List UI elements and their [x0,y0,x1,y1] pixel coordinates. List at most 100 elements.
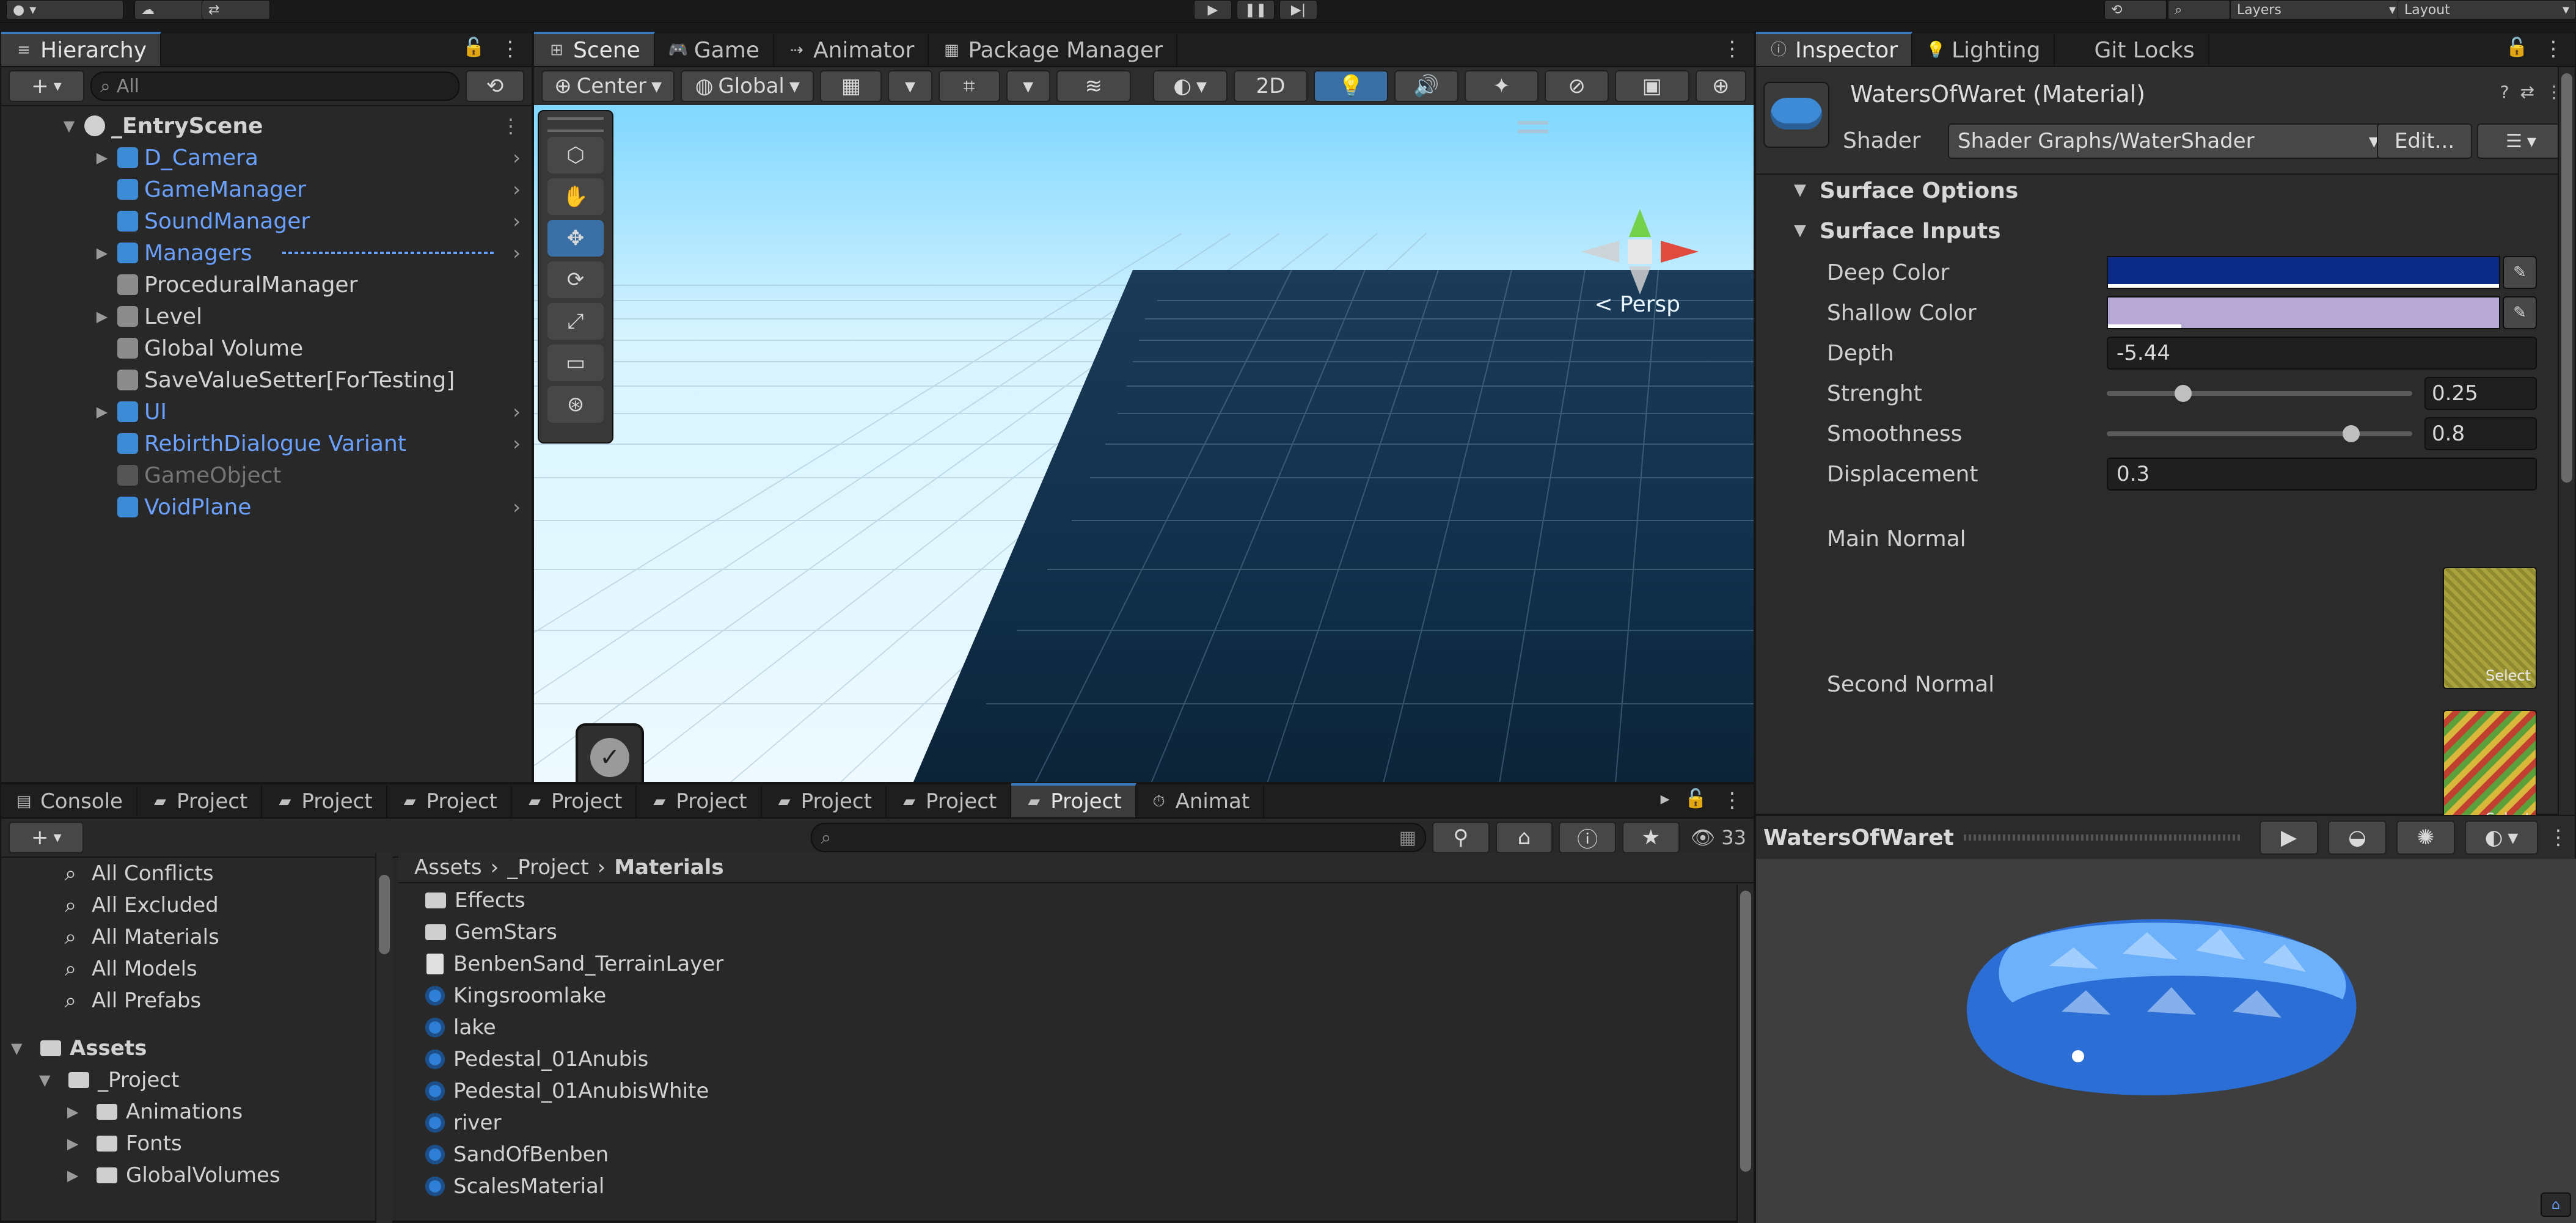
kebab-menu-icon[interactable]: ⋮ [1722,788,1743,812]
step-button[interactable]: ▶| [1279,0,1317,20]
create-button[interactable]: + ▾ [9,70,84,102]
project-tree-item[interactable]: ▼ Assets [1,1032,392,1064]
displacement-field[interactable]: 0.3 [2107,458,2537,491]
tab-animat-9[interactable]: ⏱ Animat [1136,786,1265,817]
search-options-icon[interactable]: ▦ [1399,827,1416,849]
move-tool-button[interactable]: ✥ [547,220,604,257]
kebab-menu-icon[interactable]: ⋮ [2543,37,2564,61]
collab-button[interactable]: ⇄ [202,0,270,20]
project-tree-item[interactable]: ▼ _Project [1,1064,392,1096]
hierarchy-item[interactable]: GameManager › [1,173,532,205]
preset-icon[interactable]: ⇄ [2520,82,2534,102]
project-search[interactable]: ⌕ ▦ [811,823,1427,852]
layout-dropdown[interactable]: Layout ▾ [2398,0,2576,20]
main-normal-texture-slot[interactable]: Select [2443,567,2537,689]
expand-arrow-icon[interactable]: ▶ [93,308,111,325]
shader-dropdown[interactable]: Shader Graphs/WaterShader ▾ [1948,123,2389,159]
tab-project-3[interactable]: ▰ Project [387,786,512,817]
hierarchy-item[interactable]: SaveValueSetter[ForTesting] [1,364,532,396]
shallow-color-swatch[interactable] [2107,296,2500,329]
tab-scene[interactable]: ⊞ Scene [534,32,655,66]
deep-color-swatch[interactable] [2107,256,2500,289]
preview-background-dropdown[interactable]: ◐ ▾ [2465,820,2538,855]
search-filter-button[interactable]: ⟲ [466,70,524,102]
project-main-scroll-thumb[interactable] [1740,891,1751,1172]
shader-menu-button[interactable]: ☰ ▾ [2477,123,2565,159]
layers-dropdown[interactable]: Layers ▾ [2230,0,2402,20]
scene-row[interactable]: ▼ _EntryScene ⋮ [1,110,532,142]
history-button[interactable]: ⟲ [2104,0,2167,20]
help-icon[interactable]: ? [2500,82,2509,102]
kebab-menu-icon[interactable]: ⋮ [500,37,521,61]
preview-viewport[interactable] [1756,859,2576,1223]
asset-list-item[interactable]: Pedestal_01Anubis [398,1043,1729,1075]
lock-icon[interactable]: 🔓 [1685,788,1707,812]
tab-project-6[interactable]: ▰ Project [762,786,887,817]
chevron-right-icon[interactable]: ▶ [67,1167,88,1184]
project-tree-item[interactable]: ▶ Fonts [1,1128,392,1159]
persp-label[interactable]: < Persp [1594,292,1680,317]
preview-drag-handle[interactable] [1963,834,2241,841]
kebab-menu-icon[interactable]: ⋮ [1722,37,1743,61]
project-filter-item[interactable]: ⌕ All Prefabs [1,985,392,1017]
tab-project-7[interactable]: ▰ Project [887,786,1012,817]
kebab-menu-icon[interactable]: ⋮ [2548,825,2569,850]
chevron-down-icon[interactable]: ▼ [39,1071,60,1089]
grid-toggle-button[interactable]: ▦ [820,70,882,102]
scale-tool-button[interactable]: ⤢ [547,303,604,340]
tab-project-1[interactable]: ▰ Project [137,786,263,817]
project-filter-item[interactable]: ⌕ All Excluded [1,889,392,921]
preview-shape-button[interactable]: ◒ [2328,820,2387,855]
strength-slider[interactable] [2107,385,2412,402]
hierarchy-search[interactable]: ⌕ All [90,71,459,101]
chevron-right-icon[interactable]: › [513,146,521,169]
shader-edit-button[interactable]: Edit... [2377,123,2472,159]
filter-by-label-button[interactable]: ⌂ [1495,822,1553,853]
pause-button[interactable]: ❚❚ [1237,0,1275,20]
lighting-toggle-button[interactable]: 💡 [1314,70,1389,102]
project-main-scrollbar[interactable] [1736,885,1754,1223]
hierarchy-item[interactable]: ProceduralManager [1,269,532,301]
inspector-scroll-thumb[interactable] [2561,73,2572,483]
breadcrumb-item[interactable]: Assets [414,855,482,880]
hierarchy-item[interactable]: Global Volume [1,332,532,364]
asset-list-item[interactable]: lake [398,1012,1729,1043]
expand-arrow-icon[interactable]: ▶ [93,403,111,420]
view-tool-button[interactable]: ⬡ [547,137,604,173]
hidden-objects-button[interactable]: ⊘ [1545,70,1609,102]
camera-settings-button[interactable]: ▣ [1614,70,1689,102]
asset-list-item[interactable]: BenbenSand_TerrainLayer [398,948,1729,980]
gizmos-button[interactable]: ⊕ [1695,70,1746,102]
tab-project-8[interactable]: ▰ Project [1011,783,1136,817]
lock-icon[interactable]: 🔓 [2506,37,2528,61]
rect-tool-button[interactable]: ▭ [547,345,604,381]
breadcrumb-item[interactable]: Materials [614,855,723,880]
chevron-right-icon[interactable]: › [513,495,521,519]
tab-git-locks[interactable]: Git Locks [2055,34,2209,66]
expand-arrow-icon[interactable]: ▼ [60,117,78,134]
draw-mode-dropdown[interactable]: ◐ ▾ [1152,70,1228,102]
chevron-down-icon[interactable]: ▼ [11,1040,32,1057]
asset-list-item[interactable]: Kingsroomlake [398,980,1729,1012]
hierarchy-item[interactable]: ▶ Level [1,301,532,332]
pivot-mode-dropdown[interactable]: ⊕ Center ▾ [541,70,675,102]
surface-inputs-foldout[interactable]: ▼ Surface Inputs [1756,215,2575,249]
lock-icon[interactable]: 🔓 [463,37,485,61]
hierarchy-item[interactable]: ▶ D_Camera › [1,142,532,173]
expand-arrow-icon[interactable]: ▶ [93,149,111,166]
asset-list-item[interactable]: ScalesMaterial [398,1170,1729,1202]
snap-button[interactable]: ⌗ [938,70,1000,102]
smoothness-slider[interactable] [2107,425,2412,442]
scene-kebab-icon[interactable]: ⋮ [501,114,521,137]
tab-project-2[interactable]: ▰ Project [262,786,387,817]
hand-tool-button[interactable]: ✋ [547,178,604,215]
asset-list-item[interactable]: Effects [398,885,1729,916]
preview-play-button[interactable]: ▶ [2259,820,2318,855]
project-left-scroll-thumb[interactable] [379,875,390,954]
smoothness-slider-thumb[interactable] [2343,425,2360,442]
hierarchy-item[interactable]: GameObject [1,459,532,491]
rotate-tool-button[interactable]: ⟳ [547,261,604,298]
chevron-right-icon[interactable]: › [513,178,521,201]
asset-list-item[interactable]: SandOfBenben [398,1139,1729,1170]
hierarchy-item[interactable]: VoidPlane › [1,491,532,523]
